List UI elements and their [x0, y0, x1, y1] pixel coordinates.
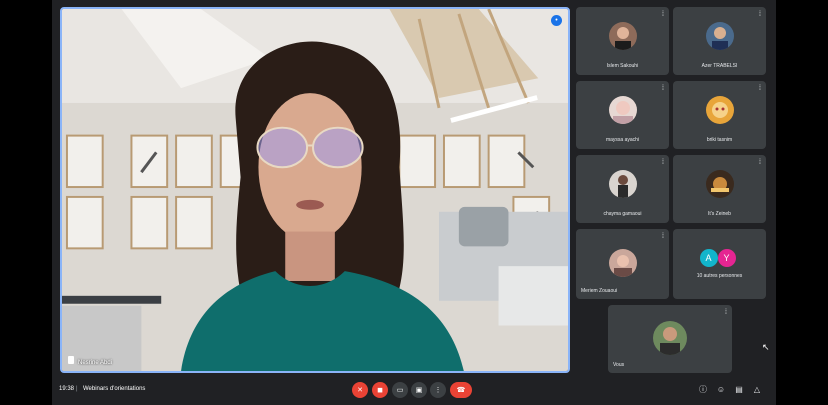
- meet-window: • Nesrine Abdi ⁞ Islem Sakouhi ⁞ Azer TR…: [52, 0, 776, 405]
- mic-off-icon: ⁞: [759, 85, 761, 92]
- avatar: [608, 170, 637, 199]
- main-speaker-video[interactable]: • Nesrine Abdi: [60, 7, 570, 373]
- participant-name: briki tasnim: [706, 137, 733, 143]
- mic-off-icon: ⁞: [725, 309, 727, 316]
- participant-name: Islem Sakouhi: [606, 63, 639, 69]
- people-icon[interactable]: ☺: [715, 384, 727, 396]
- mouse-cursor-icon: ↖: [762, 342, 770, 352]
- participant-tile[interactable]: ⁞ Islem Sakouhi: [576, 7, 669, 75]
- activities-icon[interactable]: △: [751, 384, 763, 396]
- avatar: [608, 96, 637, 125]
- participant-tile[interactable]: ⁞ It's Zeineb: [673, 155, 766, 223]
- speaker-name: Nesrine Abdi: [78, 360, 113, 366]
- participant-tile[interactable]: ⁞ Meriem Zouaoui: [576, 229, 669, 299]
- speaker-video-frame: [62, 9, 568, 371]
- chat-icon[interactable]: ▤: [733, 384, 745, 396]
- avatar: [705, 96, 734, 125]
- mic-off-icon: ⁞: [759, 11, 761, 18]
- avatar: [653, 320, 687, 355]
- speaking-indicator-icon: •: [551, 15, 562, 26]
- others-tile[interactable]: A Y 10 autres personnes: [673, 229, 766, 299]
- camera-off-icon[interactable]: ◼: [372, 382, 388, 398]
- participant-tile[interactable]: ⁞ briki tasnim: [673, 81, 766, 149]
- bottom-toolbar: 19:38 | Webinars d'orientations ✕ ◼ ▭ ▣ …: [52, 378, 776, 405]
- avatar: [705, 170, 734, 199]
- participant-tile[interactable]: ⁞ chayma gamaoui: [576, 155, 669, 223]
- avatar: A: [699, 249, 718, 267]
- info-icon[interactable]: ⓘ: [697, 384, 709, 396]
- mic-off-icon: ⁞: [759, 159, 761, 166]
- self-tile[interactable]: ⁞ Vous: [608, 305, 732, 373]
- pin-icon[interactable]: [68, 356, 74, 364]
- captions-icon[interactable]: ▭: [392, 382, 408, 398]
- more-icon[interactable]: ⋮: [430, 382, 446, 398]
- others-avatars: A Y: [699, 249, 740, 267]
- separator: |: [76, 386, 78, 392]
- meeting-title: Webinars d'orientations: [83, 386, 146, 392]
- avatar: [608, 22, 637, 51]
- participant-name: It's Zeineb: [708, 211, 731, 217]
- participant-name: Azer TRABELSI: [701, 63, 738, 69]
- avatar: Y: [717, 249, 736, 267]
- mic-off-icon: ⁞: [662, 11, 664, 18]
- clock: 19:38: [59, 386, 75, 392]
- participant-name: chayma gamaoui: [603, 211, 642, 217]
- mic-off-icon[interactable]: ✕: [352, 382, 368, 398]
- participant-name: mayssa ayachi: [605, 137, 640, 143]
- mic-off-icon: ⁞: [662, 233, 664, 240]
- present-icon[interactable]: ▣: [411, 382, 427, 398]
- participant-tile[interactable]: ⁞ mayssa ayachi: [576, 81, 669, 149]
- others-count-label: 10 autres personnes: [696, 273, 743, 279]
- participant-name: Meriem Zouaoui: [581, 288, 618, 294]
- hang-up-icon[interactable]: ☎: [450, 382, 472, 398]
- mic-off-icon: ⁞: [662, 159, 664, 166]
- avatar: [705, 22, 734, 51]
- avatar: [608, 248, 637, 277]
- mic-off-icon: ⁞: [662, 85, 664, 92]
- participant-tile[interactable]: ⁞ Azer TRABELSI: [673, 7, 766, 75]
- self-name: Vous: [613, 362, 625, 368]
